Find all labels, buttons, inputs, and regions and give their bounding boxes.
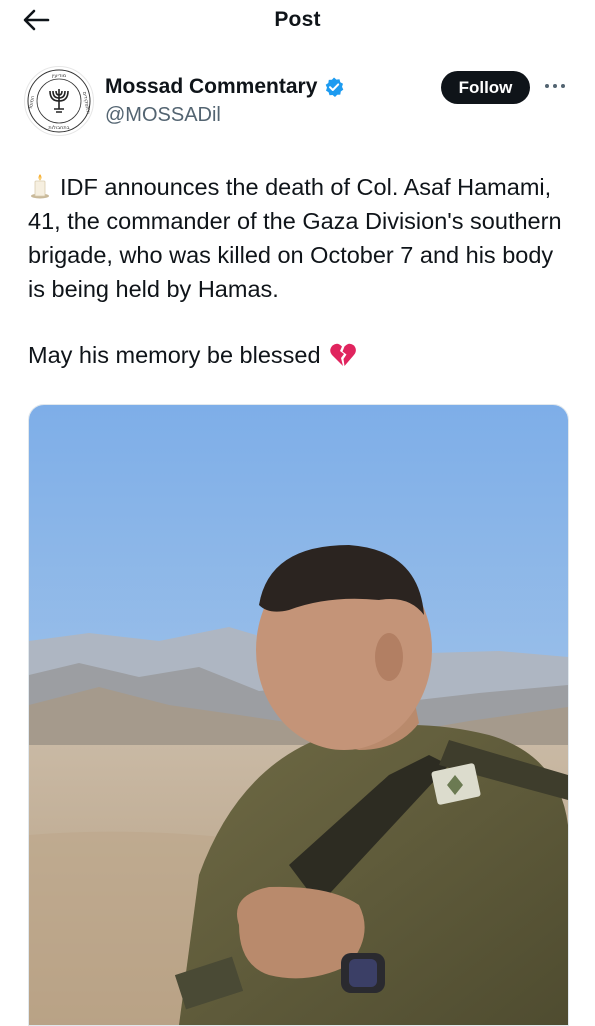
avatar[interactable]: מודיעין בתחבולות המוסד ולתפקידים [24,66,94,136]
more-options-button[interactable] [542,76,568,96]
candle-icon [31,174,49,199]
author-name-row[interactable]: Mossad Commentary [105,75,345,99]
post-body: IDF announces the death of Col. Asaf Ham… [28,174,562,302]
svg-text:בתחבולות: בתחבולות [48,125,69,131]
more-horizontal-icon [545,84,565,88]
post-text: IDF announces the death of Col. Asaf Ham… [28,170,573,306]
post-image[interactable] [28,404,569,1026]
post-closing: May his memory be blessed [28,338,357,372]
svg-text:מודיעין: מודיעין [52,73,66,79]
photo-soldier-desert [29,405,568,1025]
top-bar: Post [0,0,595,40]
mossad-seal-icon: מודיעין בתחבולות המוסד ולתפקידים [27,69,91,133]
author-handle[interactable]: @MOSSADil [105,104,221,127]
broken-heart-icon [329,343,356,366]
author-name[interactable]: Mossad Commentary [105,75,317,99]
verified-badge-icon [326,77,344,97]
page-title: Post [274,8,321,31]
post-closing-text: May his memory be blessed [28,342,321,368]
follow-button[interactable]: Follow [441,71,530,104]
